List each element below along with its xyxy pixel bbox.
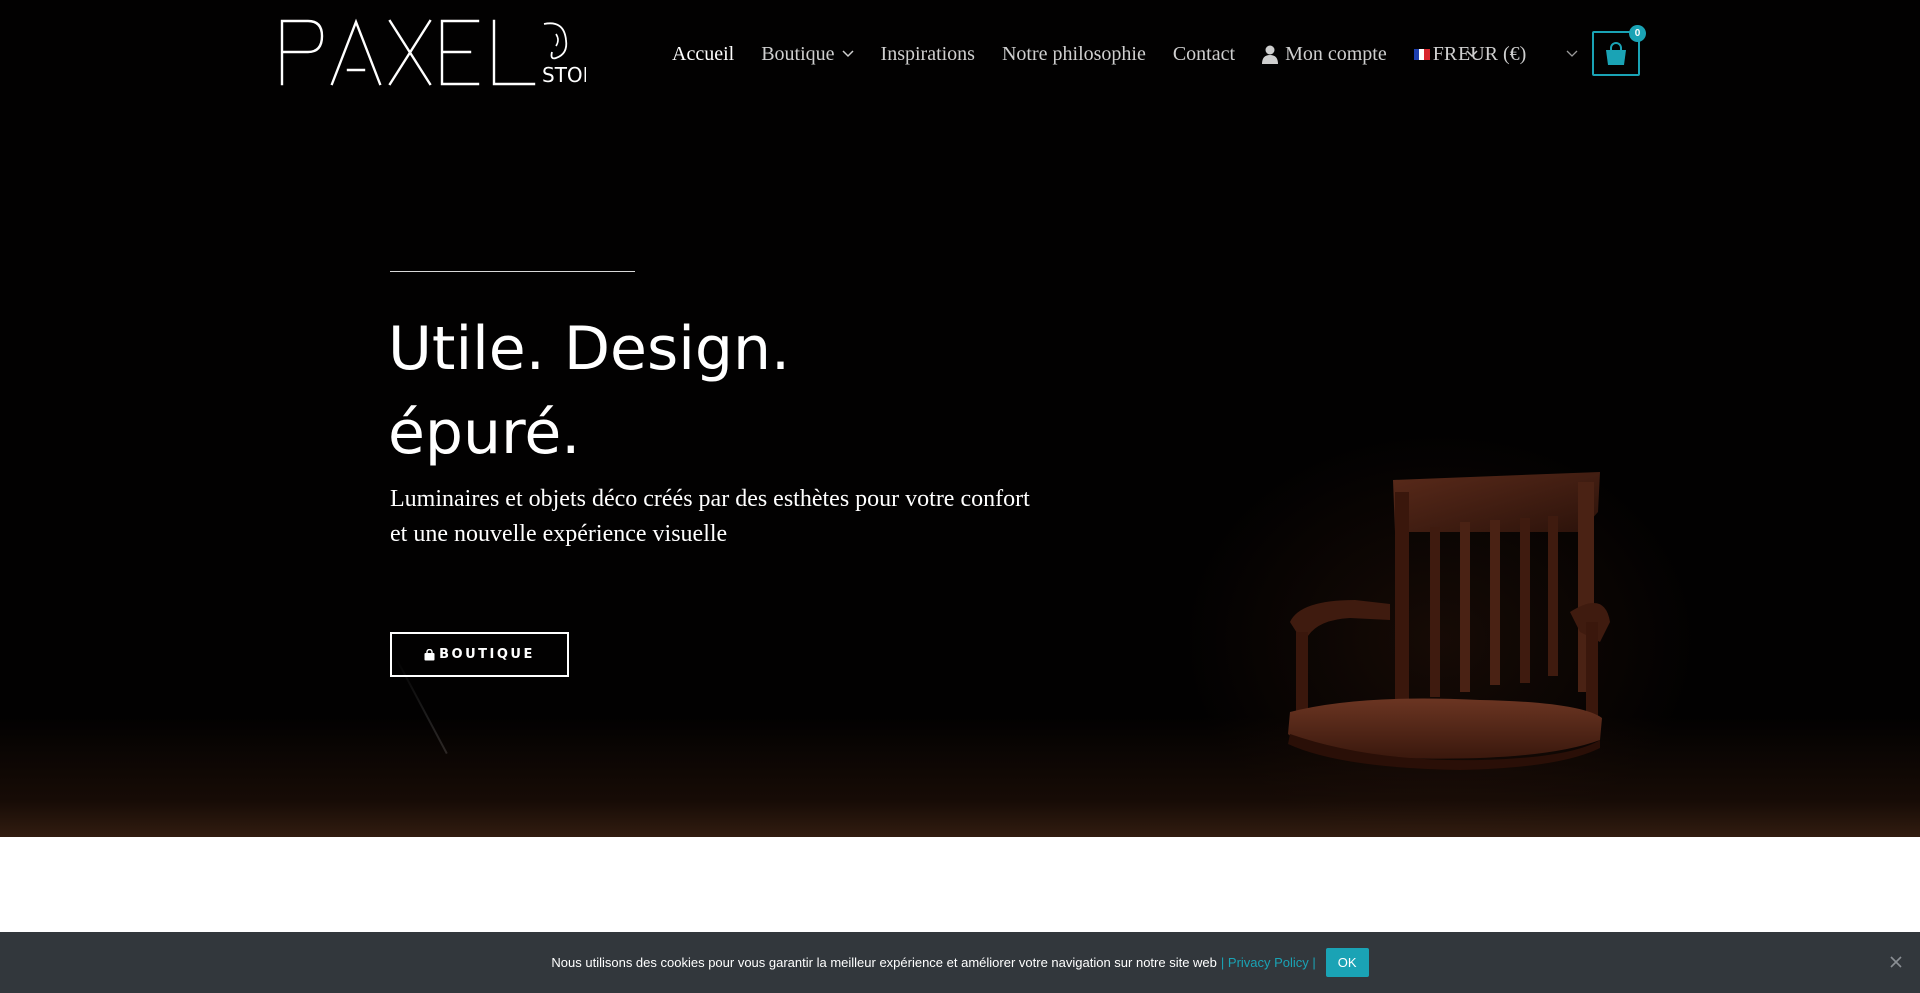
hero-headline-line2: épuré. — [388, 398, 581, 468]
user-icon — [1262, 45, 1279, 64]
hero-headline-line1: Utile. Design. — [388, 314, 791, 384]
shopping-bag-icon — [1606, 41, 1626, 65]
hero-divider-line — [390, 271, 635, 272]
cookie-bar: Nous utilisons des cookies pour vous gar… — [0, 932, 1920, 993]
hero-subtitle-line2: et une nouvelle expérience visuelle — [390, 521, 728, 547]
nav-item-inspirations[interactable]: Inspirations — [881, 43, 975, 66]
hero-subtitle: Luminaires et objets déco créés par des … — [390, 482, 1070, 552]
nav-item-account[interactable]: Mon compte — [1262, 43, 1387, 66]
nav-item-philosophy[interactable]: Notre philosophie — [1002, 43, 1146, 66]
french-flag-icon — [1413, 48, 1430, 60]
nav-item-shop-label: Boutique — [761, 42, 835, 65]
nav-item-account-label: Mon compte — [1285, 42, 1387, 65]
main-navigation: Accueil Boutique Inspirations Notre phil… — [672, 28, 1505, 80]
hero-subtitle-line1: Luminaires et objets déco créés par des … — [390, 486, 1030, 512]
hero-headline: Utile. Design. épuré. — [388, 307, 1088, 475]
shop-cta-button[interactable]: BOUTIQUE — [390, 632, 569, 677]
cart-count-badge: 0 — [1629, 25, 1646, 42]
privacy-policy-link[interactable]: | Privacy Policy | — [1221, 955, 1316, 970]
cart-button[interactable]: 0 — [1592, 25, 1646, 76]
chair-image — [1288, 472, 1610, 770]
nav-item-contact[interactable]: Contact — [1173, 43, 1235, 66]
logo-store-text: STORE — [542, 63, 586, 86]
site-logo[interactable]: STORE — [280, 18, 609, 87]
hero-section: Utile. Design. épuré. Luminaires et obje… — [0, 0, 1920, 837]
cookie-accept-button[interactable]: OK — [1325, 948, 1369, 977]
nav-item-home[interactable]: Accueil — [672, 43, 734, 66]
chevron-down-icon — [1566, 50, 1578, 57]
paxel-logo-icon: STORE — [280, 18, 609, 87]
shop-cta-label: BOUTIQUE — [439, 647, 535, 662]
nav-item-shop[interactable]: Boutique — [761, 42, 854, 66]
hero-floor — [0, 717, 1920, 837]
currency-label: EUR (€) — [1458, 42, 1527, 65]
chevron-down-icon — [842, 50, 854, 58]
close-icon[interactable] — [1888, 954, 1904, 970]
site-header: STORE Accueil Boutique Inspirations Notr… — [0, 0, 1920, 108]
shopping-bag-icon — [424, 648, 435, 660]
currency-selector[interactable]: EUR (€) — [1458, 40, 1578, 68]
cookie-message: Nous utilisons des cookies pour vous gar… — [551, 955, 1217, 970]
language-label: FR — [1432, 42, 1458, 65]
